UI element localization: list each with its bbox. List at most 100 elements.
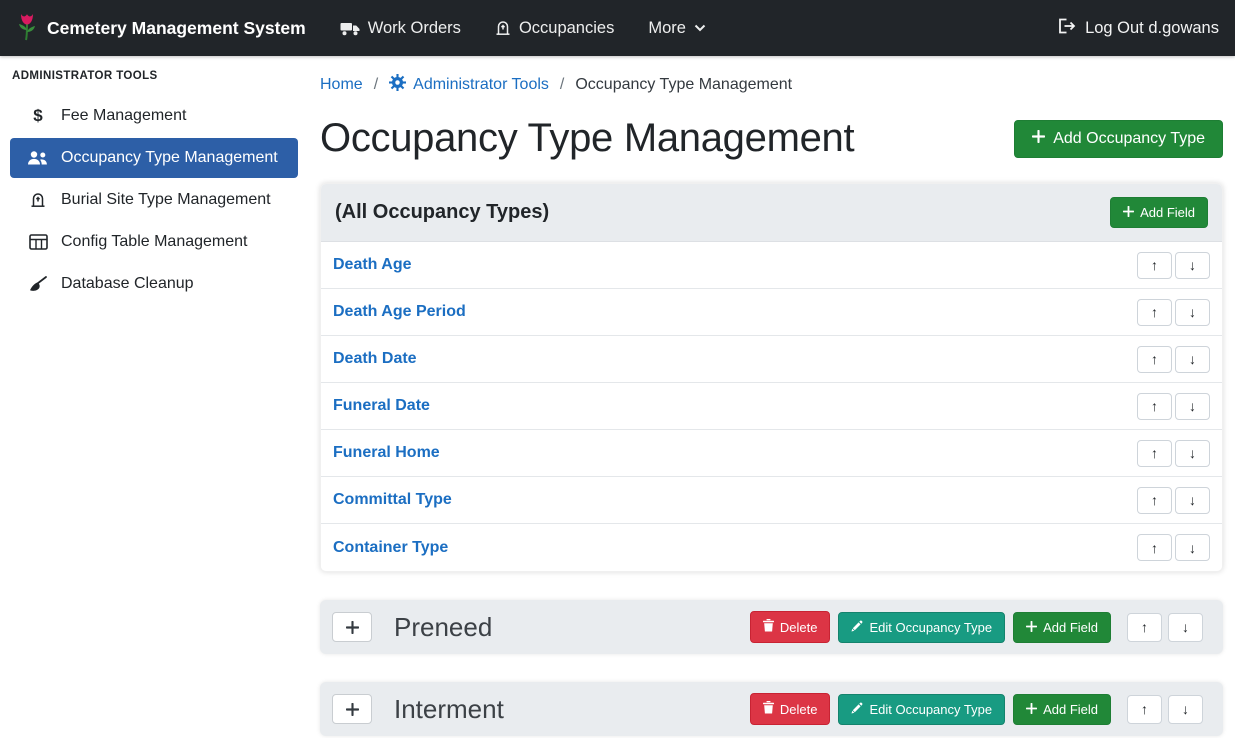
move-down-button[interactable]: ↓ xyxy=(1168,695,1203,724)
move-up-button[interactable]: ↑ xyxy=(1127,613,1162,642)
add-field-button[interactable]: Add Field xyxy=(1110,197,1208,228)
section-title: Preneed xyxy=(394,612,492,643)
reorder-controls: ↑ ↓ xyxy=(1137,299,1210,326)
field-link-committal-type[interactable]: Committal Type xyxy=(333,491,452,509)
sidebar-item-label: Occupancy Type Management xyxy=(61,149,278,167)
sidebar-item-fee-management[interactable]: $ Fee Management xyxy=(10,96,298,136)
brand-link[interactable]: Cemetery Management System xyxy=(16,11,306,46)
sidebar: ADMINISTRATOR TOOLS $ Fee Management Occ… xyxy=(0,56,308,738)
table-icon xyxy=(26,234,50,250)
tulip-logo-icon xyxy=(16,11,38,46)
move-up-button[interactable]: ↑ xyxy=(1137,346,1172,373)
sidebar-item-label: Burial Site Type Management xyxy=(61,191,271,209)
section-actions: Delete Edit Occupancy Type xyxy=(750,611,1211,643)
add-field-label: Add Field xyxy=(1140,205,1195,220)
reorder-controls: ↑ ↓ xyxy=(1127,695,1203,724)
sidebar-item-label: Database Cleanup xyxy=(61,275,194,293)
trash-icon xyxy=(763,619,774,635)
all-occupancy-types-header: (All Occupancy Types) Add Field xyxy=(321,184,1222,242)
field-link-funeral-date[interactable]: Funeral Date xyxy=(333,397,430,415)
gear-icon xyxy=(389,74,406,96)
field-row: Container Type ↑ ↓ xyxy=(321,524,1222,571)
breadcrumb-separator: / xyxy=(374,76,378,94)
add-field-button[interactable]: Add Field xyxy=(1013,612,1111,643)
field-link-container-type[interactable]: Container Type xyxy=(333,539,448,557)
sidebar-item-label: Config Table Management xyxy=(61,233,248,251)
trash-icon xyxy=(763,701,774,717)
main-content: Home / Administrator Tools / Occupa xyxy=(308,56,1235,738)
breadcrumb-home-link[interactable]: Home xyxy=(320,76,363,94)
logout-button[interactable]: Log Out d.gowans xyxy=(1058,18,1219,39)
move-down-button[interactable]: ↓ xyxy=(1175,346,1210,373)
move-down-button[interactable]: ↓ xyxy=(1175,487,1210,514)
reorder-controls: ↑ ↓ xyxy=(1137,440,1210,467)
edit-label: Edit Occupancy Type xyxy=(869,620,992,635)
reorder-controls: ↑ ↓ xyxy=(1137,393,1210,420)
move-down-button[interactable]: ↓ xyxy=(1168,613,1203,642)
chevron-down-icon xyxy=(694,24,706,32)
edit-occupancy-type-button[interactable]: Edit Occupancy Type xyxy=(838,694,1005,725)
nav-item-occupancies[interactable]: Occupancies xyxy=(495,19,614,38)
all-occupancy-types-title: (All Occupancy Types) xyxy=(335,201,549,224)
move-down-button[interactable]: ↓ xyxy=(1175,534,1210,561)
field-row: Committal Type ↑ ↓ xyxy=(321,477,1222,524)
field-link-death-age-period[interactable]: Death Age Period xyxy=(333,303,466,321)
sidebar-item-label: Fee Management xyxy=(61,107,186,125)
sidebar-item-burial-site-type-management[interactable]: Burial Site Type Management xyxy=(10,180,298,220)
sidebar-item-config-table-management[interactable]: Config Table Management xyxy=(10,222,298,262)
occupancy-type-section-interment: Interment Delete xyxy=(320,682,1223,736)
move-up-button[interactable]: ↑ xyxy=(1137,299,1172,326)
reorder-controls: ↑ ↓ xyxy=(1137,346,1210,373)
field-link-funeral-home[interactable]: Funeral Home xyxy=(333,444,440,462)
brand-label: Cemetery Management System xyxy=(47,18,306,39)
move-up-button[interactable]: ↑ xyxy=(1127,695,1162,724)
title-row: Occupancy Type Management Add Occupancy … xyxy=(320,116,1223,161)
move-down-button[interactable]: ↓ xyxy=(1175,299,1210,326)
move-up-button[interactable]: ↑ xyxy=(1137,440,1172,467)
add-field-button[interactable]: Add Field xyxy=(1013,694,1111,725)
delete-button[interactable]: Delete xyxy=(750,693,831,725)
expand-section-button[interactable] xyxy=(332,612,372,642)
nav-item-label: Work Orders xyxy=(368,19,461,38)
expand-section-button[interactable] xyxy=(332,694,372,724)
field-row: Death Age ↑ ↓ xyxy=(321,242,1222,289)
logout-icon xyxy=(1058,18,1076,39)
move-down-button[interactable]: ↓ xyxy=(1175,393,1210,420)
headstone-icon xyxy=(495,20,511,36)
edit-label: Edit Occupancy Type xyxy=(869,702,992,717)
field-row: Funeral Home ↑ ↓ xyxy=(321,430,1222,477)
headstone-icon xyxy=(26,192,50,208)
field-row: Death Age Period ↑ ↓ xyxy=(321,289,1222,336)
plus-icon xyxy=(1026,620,1037,635)
edit-occupancy-type-button[interactable]: Edit Occupancy Type xyxy=(838,612,1005,643)
page-title: Occupancy Type Management xyxy=(320,116,854,161)
move-down-button[interactable]: ↓ xyxy=(1175,252,1210,279)
move-down-button[interactable]: ↓ xyxy=(1175,440,1210,467)
field-link-death-date[interactable]: Death Date xyxy=(333,350,417,368)
truck-icon xyxy=(340,21,360,36)
field-link-death-age[interactable]: Death Age xyxy=(333,256,412,274)
nav-item-label: More xyxy=(648,19,686,38)
all-occupancy-types-card: (All Occupancy Types) Add Field Death Ag… xyxy=(320,183,1223,572)
move-up-button[interactable]: ↑ xyxy=(1137,487,1172,514)
move-up-button[interactable]: ↑ xyxy=(1137,252,1172,279)
add-occupancy-type-button[interactable]: Add Occupancy Type xyxy=(1014,120,1223,158)
breadcrumb-admin-tools-label: Administrator Tools xyxy=(413,76,549,94)
section-title: Interment xyxy=(394,694,504,725)
delete-button[interactable]: Delete xyxy=(750,611,831,643)
nav-item-label: Occupancies xyxy=(519,19,614,38)
pencil-icon xyxy=(851,620,863,635)
pencil-icon xyxy=(851,702,863,717)
sidebar-item-occupancy-type-management[interactable]: Occupancy Type Management xyxy=(10,138,298,178)
sidebar-item-database-cleanup[interactable]: Database Cleanup xyxy=(10,264,298,304)
move-up-button[interactable]: ↑ xyxy=(1137,393,1172,420)
nav-item-more[interactable]: More xyxy=(648,19,706,38)
breadcrumb-separator: / xyxy=(560,76,564,94)
plus-icon xyxy=(1123,205,1134,220)
dollar-icon: $ xyxy=(26,106,50,126)
move-up-button[interactable]: ↑ xyxy=(1137,534,1172,561)
field-row: Death Date ↑ ↓ xyxy=(321,336,1222,383)
breadcrumb-admin-tools-link[interactable]: Administrator Tools xyxy=(389,74,549,96)
field-row: Funeral Date ↑ ↓ xyxy=(321,383,1222,430)
nav-item-work-orders[interactable]: Work Orders xyxy=(340,19,461,38)
